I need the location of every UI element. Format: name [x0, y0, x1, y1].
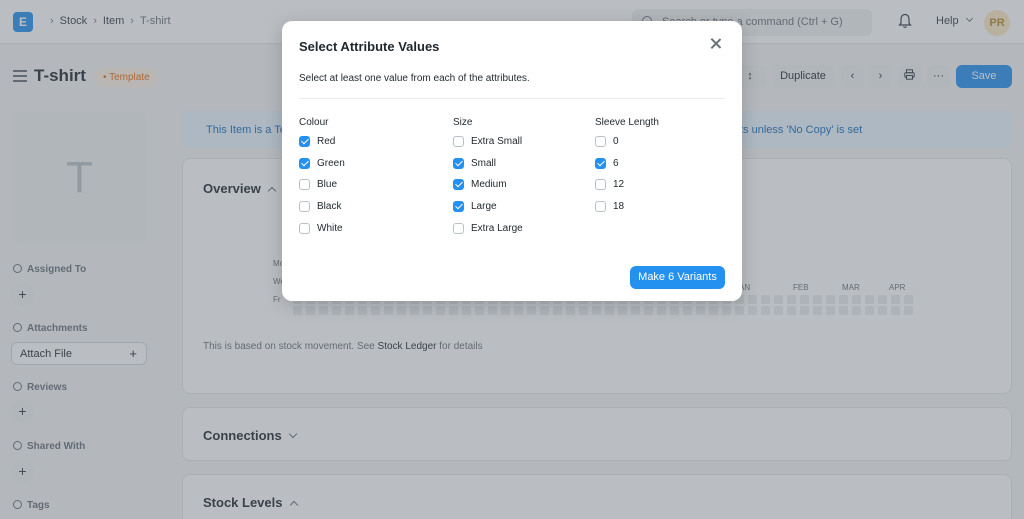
attribute-option[interactable]: Blue: [299, 178, 345, 200]
attribute-option[interactable]: Extra Large: [453, 222, 523, 244]
attribute-heading: Size: [453, 117, 473, 128]
option-label: Green: [317, 157, 345, 169]
option-label: Red: [317, 136, 336, 147]
attribute-option[interactable]: 12: [595, 178, 659, 200]
attribute-option[interactable]: White: [299, 222, 345, 244]
checkbox[interactable]: [299, 201, 310, 213]
option-label: Extra Large: [471, 222, 523, 234]
attribute-option[interactable]: 18: [595, 200, 659, 222]
attribute-option[interactable]: 6: [595, 157, 659, 179]
checkbox[interactable]: [299, 136, 310, 147]
option-label: Blue: [317, 179, 338, 191]
checkbox[interactable]: [299, 179, 310, 191]
attribute-option[interactable]: 0: [595, 135, 659, 157]
select-attribute-values-dialog: Select Attribute Values Select at least …: [282, 21, 742, 301]
checkbox[interactable]: [453, 157, 464, 169]
option-label: 6: [613, 157, 619, 169]
attribute-option[interactable]: Green: [299, 157, 345, 179]
checkbox[interactable]: [595, 201, 606, 213]
checkbox[interactable]: [595, 179, 606, 191]
modal-description: Select at least one value from each of t…: [299, 73, 530, 84]
make-variants-button[interactable]: Make 6 Variants: [630, 266, 725, 289]
attribute-option[interactable]: Extra Small: [453, 135, 523, 157]
option-label: White: [317, 222, 343, 234]
close-icon[interactable]: [709, 37, 723, 51]
checkbox[interactable]: [453, 179, 464, 191]
checkbox[interactable]: [453, 136, 464, 147]
attribute-column: Colour Red Green Blue Black White: [299, 117, 345, 243]
attribute-option[interactable]: Black: [299, 200, 345, 222]
option-label: Medium: [471, 179, 507, 191]
checkbox[interactable]: [453, 222, 464, 234]
attribute-option[interactable]: Large: [453, 200, 523, 222]
checkbox[interactable]: [595, 157, 606, 169]
checkbox[interactable]: [299, 222, 310, 234]
option-label: 12: [613, 179, 625, 191]
option-label: Large: [471, 201, 497, 213]
checkbox[interactable]: [595, 136, 606, 147]
attribute-option[interactable]: Small: [453, 157, 523, 179]
option-label: Extra Small: [471, 136, 523, 147]
attribute-column: Size Extra Small Small Medium Large Extra La…: [453, 117, 523, 243]
option-label: 0: [613, 136, 619, 147]
attribute-option[interactable]: Medium: [453, 178, 523, 200]
attribute-column: Sleeve Length 0 6 12 18: [595, 117, 659, 222]
attribute-heading: Colour: [299, 117, 329, 128]
checkbox[interactable]: [299, 157, 310, 169]
divider: [299, 98, 725, 99]
option-label: Black: [317, 201, 342, 213]
modal-title: Select Attribute Values: [299, 39, 440, 54]
option-label: 18: [613, 201, 625, 213]
attribute-heading: Sleeve Length: [595, 117, 659, 128]
option-label: Small: [471, 157, 497, 169]
checkbox[interactable]: [453, 201, 464, 213]
attribute-option[interactable]: Red: [299, 135, 345, 157]
